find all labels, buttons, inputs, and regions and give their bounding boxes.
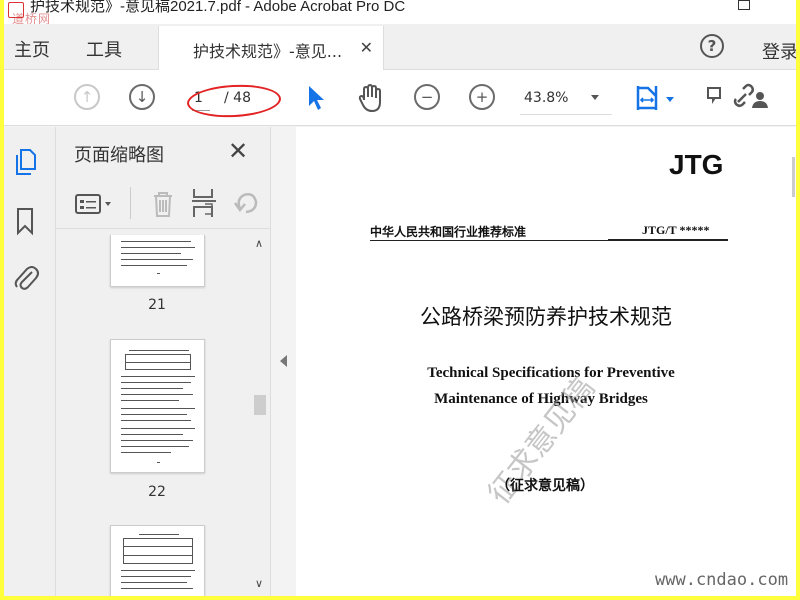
close-tab-button[interactable]: ✕ (360, 38, 373, 57)
insert-page-icon[interactable] (190, 187, 218, 219)
page-down-icon[interactable]: ↓ (129, 84, 155, 110)
help-icon[interactable]: ? (700, 34, 724, 58)
standard-category: 中华人民共和国行业推荐标准 (370, 225, 527, 239)
english-title-line1: Technical Specifications for Preventive (427, 365, 675, 381)
page-thumbnail[interactable] (110, 339, 205, 473)
tab-home[interactable]: 主页 (14, 36, 50, 62)
page-thumbnail[interactable] (110, 235, 205, 287)
zoom-underline (520, 114, 612, 115)
share-link-icon[interactable] (732, 82, 768, 112)
page-number-label: 21 (148, 297, 166, 313)
collapse-panel-icon[interactable] (280, 355, 287, 367)
tab-tools[interactable]: 工具 (86, 36, 122, 62)
trash-icon[interactable] (150, 189, 176, 219)
page-thumbnails-icon[interactable] (12, 147, 38, 177)
thumbnails-panel: 页面缩略图 ✕ 21 22 ∧ ∨ (56, 127, 271, 596)
attachment-icon[interactable] (12, 261, 40, 293)
main-toolbar: ↑ ↓ 1 / 48 − + 43.8% (4, 70, 796, 126)
left-tool-strip (4, 127, 56, 596)
undo-icon[interactable] (232, 189, 260, 217)
panel-scrollbar[interactable]: ∧ ∨ (252, 235, 268, 593)
scroll-down-icon[interactable]: ∨ (255, 577, 263, 590)
sign-in-link[interactable]: 登录 (762, 38, 796, 64)
zoom-in-icon[interactable]: + (469, 84, 495, 110)
footer-site-watermark: www.cndao.com (655, 570, 789, 590)
thumbnail-table (123, 538, 193, 564)
jtg-logo: JTG (669, 149, 724, 180)
tab-document[interactable]: 护技术规范》-意见... ✕ (158, 26, 384, 70)
fit-page-icon[interactable] (634, 82, 680, 114)
page-number-label: 22 (148, 484, 166, 500)
toolbar-separator (130, 187, 131, 219)
acrobat-window: 护技术规范》-意见稿2021.7.pdf - Adobe Acrobat Pro… (4, 0, 796, 596)
select-arrow-icon[interactable] (306, 84, 328, 112)
zoom-value[interactable]: 43.8% (524, 90, 568, 106)
comment-icon[interactable] (704, 82, 724, 112)
chinese-title: 公路桥梁预防养护技术规范 (420, 305, 672, 329)
header-rule-thick (608, 239, 728, 241)
zoom-dropdown-arrow-icon[interactable] (591, 95, 599, 100)
window-title: 护技术规范》-意见稿2021.7.pdf - Adobe Acrobat Pro… (30, 0, 406, 15)
hand-icon[interactable] (356, 82, 386, 114)
zoom-out-icon[interactable]: − (414, 84, 440, 110)
panel-toolbar (56, 179, 271, 229)
draft-label: （征求意见稿） (496, 478, 594, 494)
tab-bar: 主页 工具 护技术规范》-意见... ✕ ? 登录 (4, 24, 796, 70)
page-up-icon[interactable]: ↑ (74, 84, 100, 110)
close-panel-icon[interactable]: ✕ (228, 137, 248, 165)
document-tab-label: 护技术规范》-意见... (193, 42, 343, 61)
page-thumbnail[interactable] (110, 525, 205, 596)
thumbnail-options-icon[interactable] (74, 193, 116, 215)
maximize-button[interactable] (738, 0, 750, 10)
header-rule (370, 240, 608, 241)
document-scrollbar[interactable] (792, 157, 795, 197)
scroll-up-icon[interactable]: ∧ (255, 237, 263, 250)
bookmark-icon[interactable] (12, 205, 38, 237)
scrollbar-thumb[interactable] (254, 395, 266, 415)
panel-title: 页面缩略图 (74, 145, 164, 166)
title-bar: 护技术规范》-意见稿2021.7.pdf - Adobe Acrobat Pro… (4, 0, 796, 26)
standard-code: JTG/T ***** (642, 223, 710, 237)
document-view[interactable]: JTG 中华人民共和国行业推荐标准 JTG/T ***** 公路桥梁预防养护技术… (296, 127, 796, 596)
